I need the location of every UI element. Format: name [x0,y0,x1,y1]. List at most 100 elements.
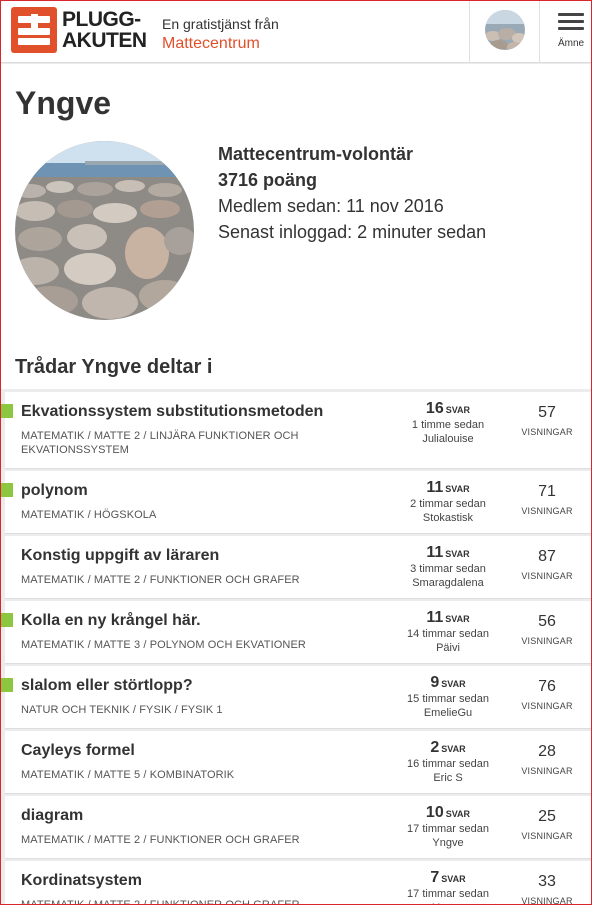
views-label: VISNINGAR [521,831,573,841]
menu-label: Ämne [558,38,585,49]
site-logo[interactable]: PLUGG- AKUTEN [11,7,147,53]
view-count: 33 [538,873,556,890]
thread-row[interactable]: Konstig uppgift av läraren MATEMATIK / MA… [5,536,591,599]
site-header: PLUGG- AKUTEN En gratistjänst från Matte… [1,1,591,63]
avatar[interactable] [485,10,525,50]
last-reply-user[interactable]: Yngve [393,836,503,850]
reply-count: 9 [430,674,440,691]
view-stats: 71 VISNINGAR [513,483,581,516]
views-label: VISNINGAR [521,701,573,711]
reply-stats: 9 SVAR 15 timmar sedan EmelieGu [393,674,503,720]
views-label: VISNINGAR [521,766,573,776]
reply-stats: 10 SVAR 17 timmar sedan Yngve [393,804,503,850]
thread-title[interactable]: Konstig uppgift av läraren [21,547,219,565]
last-reply-user[interactable]: Päivi [393,641,503,655]
view-stats: 33 VISNINGAR [513,873,581,905]
thread-breadcrumb[interactable]: MATEMATIK / HÖGSKOLA [21,508,321,522]
last-reply-user[interactable]: Yngve [393,901,503,904]
last-reply-time: 1 timme sedan [411,419,485,431]
pebble-beach-photo [15,141,194,320]
thread-breadcrumb[interactable]: MATEMATIK / MATTE 2 / LINJÄRA FUNKTIONER… [21,429,321,457]
last-reply-user[interactable]: Julialouise [393,432,503,446]
thread-title[interactable]: Ekvationssystem substitutionsmetoden [21,403,323,421]
thread-row[interactable]: Ekvationssystem substitutionsmetoden MATE… [1,392,591,469]
views-label: VISNINGAR [521,636,573,646]
views-label: VISNINGAR [521,506,573,516]
threads-heading: Trådar Yngve deltar i [15,356,213,378]
thread-title[interactable]: Kolla en ny krångel här. [21,612,201,630]
last-reply-time: 17 timmar sedan [407,823,489,835]
thread-title[interactable]: polynom [21,482,88,500]
last-reply-user[interactable]: Eric S [393,771,503,785]
last-reply-time: 16 timmar sedan [407,758,489,770]
hamburger-icon [558,13,584,16]
page-frame: PLUGG- AKUTEN En gratistjänst från Matte… [0,0,592,905]
last-reply-time: 15 timmar sedan [407,693,489,705]
profile-info: Mattecentrum-volontär 3716 poäng Medlem … [218,141,486,245]
thread-title[interactable]: Cayleys formel [21,742,135,760]
view-stats: 56 VISNINGAR [513,613,581,646]
last-reply-user[interactable]: EmelieGu [393,706,503,720]
reply-label: SVAR [441,744,466,754]
view-count: 87 [538,548,556,565]
unread-marker [1,404,13,418]
thread-breadcrumb[interactable]: MATEMATIK / MATTE 2 / FUNKTIONER OCH GRA… [21,573,321,587]
thread-row[interactable]: Kordinatsystem MATEMATIK / MATTE 2 / FUNK… [5,861,591,905]
profile-avatar [15,141,194,320]
profile-name: Yngve [15,85,112,121]
reply-count: 2 [430,739,440,756]
view-count: 57 [538,404,556,421]
reply-count: 7 [430,869,440,886]
user-menu[interactable] [469,1,540,62]
reply-label: SVAR [441,679,466,689]
thread-row[interactable]: slalom eller störtlopp? NATUR OCH TEKNIK … [1,666,591,729]
thread-title[interactable]: slalom eller störtlopp? [21,677,193,695]
thread-row[interactable]: Cayleys formel MATEMATIK / MATTE 5 / KOMB… [5,731,591,794]
thread-breadcrumb[interactable]: MATEMATIK / MATTE 5 / KOMBINATORIK [21,768,321,782]
brand-link[interactable]: Mattecentrum [162,35,279,53]
thread-title[interactable]: diagram [21,807,83,825]
view-count: 25 [538,808,556,825]
profile-role: Mattecentrum-volontär [218,144,414,164]
view-count: 28 [538,743,556,760]
thread-breadcrumb[interactable]: NATUR OCH TEKNIK / FYSIK / FYSIK 1 [21,703,321,717]
unread-marker [1,613,13,627]
reply-count: 16 [425,400,444,417]
views-label: VISNINGAR [521,896,573,905]
reply-stats: 11 SVAR 14 timmar sedan Päivi [393,609,503,655]
last-reply-time: 3 timmar sedan [410,563,486,575]
view-count: 71 [538,483,556,500]
view-count: 56 [538,613,556,630]
thread-row[interactable]: diagram MATEMATIK / MATTE 2 / FUNKTIONER … [5,796,591,859]
reply-label: SVAR [445,809,471,819]
thread-title[interactable]: Kordinatsystem [21,872,142,890]
unread-marker [1,483,13,497]
reply-label: SVAR [445,614,470,624]
subject-menu-button[interactable]: Ämne [546,9,590,57]
view-stats: 87 VISNINGAR [513,548,581,581]
reply-stats: 11 SVAR 2 timmar sedan Stokastisk [393,479,503,525]
profile-points: 3716 poäng [218,170,318,190]
logo-line-1: PLUGG- [62,8,141,31]
reply-count: 11 [426,609,444,626]
thread-list: Ekvationssystem substitutionsmetoden MATE… [1,392,591,905]
logo-icon [11,7,57,53]
thread-breadcrumb[interactable]: MATEMATIK / MATTE 3 / POLYNOM OCH EKVATI… [21,638,321,652]
reply-label: SVAR [445,405,471,415]
reply-stats: 7SVAR 17 timmar sedanYngve [393,869,503,904]
thread-row[interactable]: Kolla en ny krångel här. MATEMATIK / MATT… [1,601,591,664]
last-reply-user[interactable]: Smaragdalena [393,576,503,590]
profile-section: Yngve Mattecentrum-volontär 3716 poäng M… [1,64,591,389]
last-reply-user[interactable]: Stokastisk [393,511,503,525]
last-reply-time: 14 timmar sedan [407,628,489,640]
thread-row[interactable]: polynom MATEMATIK / HÖGSKOLA 11 SVAR 2 timma… [1,471,591,534]
reply-count: 11 [426,544,444,561]
logo-text: PLUGG- AKUTEN [62,9,147,51]
tagline: En gratistjänst från Mattecentrum [162,16,279,53]
member-since: Medlem sedan: 11 nov 2016 [218,196,444,216]
thread-breadcrumb[interactable]: MATEMATIK / MATTE 2 / FUNKTIONER OCH GRA… [21,898,321,904]
reply-count: 10 [425,804,444,821]
thread-breadcrumb[interactable]: MATEMATIK / MATTE 2 / FUNKTIONER OCH GRA… [21,833,321,847]
logo-line-2: AKUTEN [62,29,147,52]
view-stats: 76 VISNINGAR [513,678,581,711]
